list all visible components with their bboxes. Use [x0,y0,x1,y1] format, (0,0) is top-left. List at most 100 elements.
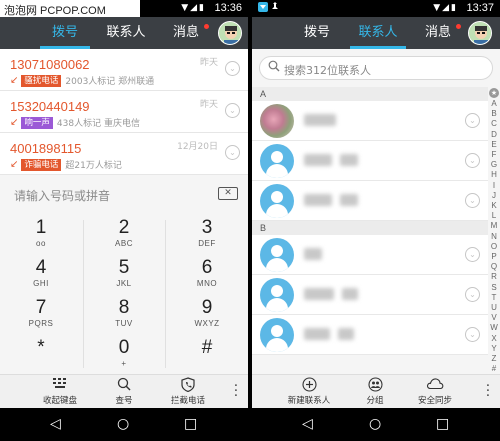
index-letter-a[interactable]: A [488,99,500,109]
contact-name-redacted [340,154,358,166]
avatar-face-icon [219,22,241,44]
index-letter-m[interactable]: M [488,221,500,231]
dial-input-row[interactable]: 请输入号码或拼音 ✕ [0,177,248,213]
tab-messages[interactable]: 消息 [416,17,460,49]
messages-badge [204,24,209,29]
contact-row[interactable]: ⌄ [252,141,488,181]
dial-key[interactable]: # [166,334,248,374]
index-letter-l[interactable]: L [488,211,500,221]
index-letter-e[interactable]: E [488,140,500,150]
index-letter-g[interactable]: G [488,160,500,170]
dial-key[interactable]: * [0,334,82,374]
dial-key[interactable]: 9 WXYZ [166,294,248,334]
tab-dial[interactable]: 拨号 [292,17,342,49]
default-avatar-icon [260,318,294,352]
index-letter-i[interactable]: I [488,181,500,191]
dial-key-digit: 9 [201,297,213,318]
home-icon[interactable]: ○ [369,416,381,432]
index-letter-y[interactable]: Y [488,344,500,354]
tab-contacts[interactable]: 联系人 [350,17,406,49]
dial-key-letters: + [121,359,127,368]
dial-key[interactable]: 8 TUV [83,294,165,334]
chevron-down-icon[interactable]: ⌄ [465,113,480,128]
chevron-down-icon[interactable]: ⌄ [465,247,480,262]
index-letter-t[interactable]: T [488,293,500,303]
index-letter-h[interactable]: H [488,170,500,180]
chevron-down-icon[interactable]: ⌄ [465,153,480,168]
chevron-down-icon[interactable]: ⌄ [225,103,240,118]
tab-contacts[interactable]: 联系人 [98,17,154,49]
contact-row[interactable]: ⌄ [252,235,488,275]
avatar-head [271,191,283,203]
index-letter-hash[interactable]: # [488,364,500,374]
call-log-row[interactable]: 15320440149 ↙ 响一声 438人标记 重庆电信 昨天 ⌄ [0,91,248,133]
contact-row[interactable]: ⌄ [252,315,488,355]
index-letter-n[interactable]: N [488,232,500,242]
index-letter-d[interactable]: D [488,130,500,140]
contact-row[interactable]: ⌄ [252,101,488,141]
index-letter-f[interactable]: F [488,150,500,160]
favorites-index-icon[interactable]: ★ [489,88,499,98]
contact-name-redacted [342,288,358,300]
index-letter-u[interactable]: U [488,303,500,313]
dial-key-letters: MNO [196,279,218,288]
index-letter-z[interactable]: Z [488,354,500,364]
index-letter-s[interactable]: S [488,283,500,293]
lookup-number-button[interactable]: 查号 [89,377,159,406]
missed-call-arrow-icon: ↙ [10,75,19,86]
chevron-down-icon[interactable]: ⌄ [465,193,480,208]
secure-sync-button[interactable]: 安全同步 [400,377,470,406]
index-letter-p[interactable]: P [488,252,500,262]
index-letter-o[interactable]: O [488,242,500,252]
contact-row[interactable]: ⌄ [252,181,488,221]
profile-avatar[interactable] [218,21,242,45]
index-letter-k[interactable]: K [488,201,500,211]
new-contact-button[interactable]: 新建联系人 [274,377,344,406]
dial-input[interactable]: 请输入号码或拼音 [14,187,110,204]
block-calls-button[interactable]: 拦截电话 [153,377,223,406]
dial-key[interactable]: 6 MNO [166,254,248,294]
chevron-down-icon[interactable]: ⌄ [465,327,480,342]
call-log-row[interactable]: 13071080062 ↙ 骚扰电话 2003人标记 郑州联通 昨天 ⌄ [0,49,248,91]
chevron-down-icon[interactable]: ⌄ [465,287,480,302]
contact-row[interactable]: ⌄ [252,275,488,315]
tab-dial[interactable]: 拨号 [40,17,90,49]
dial-key[interactable]: 0 + [83,334,165,374]
index-letter-j[interactable]: J [488,191,500,201]
index-letter-w[interactable]: W [488,323,500,333]
overflow-menu-icon[interactable]: · · · [234,380,238,403]
dial-key[interactable]: 2 ABC [83,214,165,254]
dial-key[interactable]: 5 JKL [83,254,165,294]
recents-icon[interactable]: □ [184,416,197,432]
backspace-icon[interactable]: ✕ [218,187,238,200]
tab-messages[interactable]: 消息 [164,17,208,49]
keyboard-icon [25,377,95,393]
index-letter-v[interactable]: V [488,313,500,323]
index-letter-c[interactable]: C [488,119,500,129]
home-icon[interactable]: ○ [117,416,129,432]
recents-icon[interactable]: □ [436,416,449,432]
missed-call-arrow-icon: ↙ [10,159,19,170]
index-letter-q[interactable]: Q [488,262,500,272]
back-icon[interactable]: ◁ [50,416,61,432]
dial-key-digit: 8 [118,297,130,318]
index-letter-b[interactable]: B [488,109,500,119]
dial-key[interactable]: 1 oo [0,214,82,254]
back-icon[interactable]: ◁ [302,416,313,432]
alphabet-index[interactable]: ★ A B C D E F G H I J K L M N O P Q R S T U V W X Y Z # [488,87,500,374]
avatar-body [266,338,288,352]
call-log-row[interactable]: 4001898115 ↙ 诈骗电话 超21万人标记 12月20日 ⌄ [0,133,248,175]
contact-search-bar: 搜索312位联系人 [252,49,500,87]
index-letter-x[interactable]: X [488,334,500,344]
index-letter-r[interactable]: R [488,272,500,282]
contact-search-input[interactable]: 搜索312位联系人 [259,56,493,80]
chevron-down-icon[interactable]: ⌄ [225,145,240,160]
contact-name-redacted [340,194,358,206]
dial-key[interactable]: 3 DEF [166,214,248,254]
dial-key[interactable]: 4 GHI [0,254,82,294]
overflow-menu-icon[interactable]: · · · [486,380,490,403]
dial-key[interactable]: 7 PQRS [0,294,82,334]
profile-avatar[interactable] [468,21,492,45]
collapse-keyboard-button[interactable]: 收起键盘 [25,377,95,406]
chevron-down-icon[interactable]: ⌄ [225,61,240,76]
